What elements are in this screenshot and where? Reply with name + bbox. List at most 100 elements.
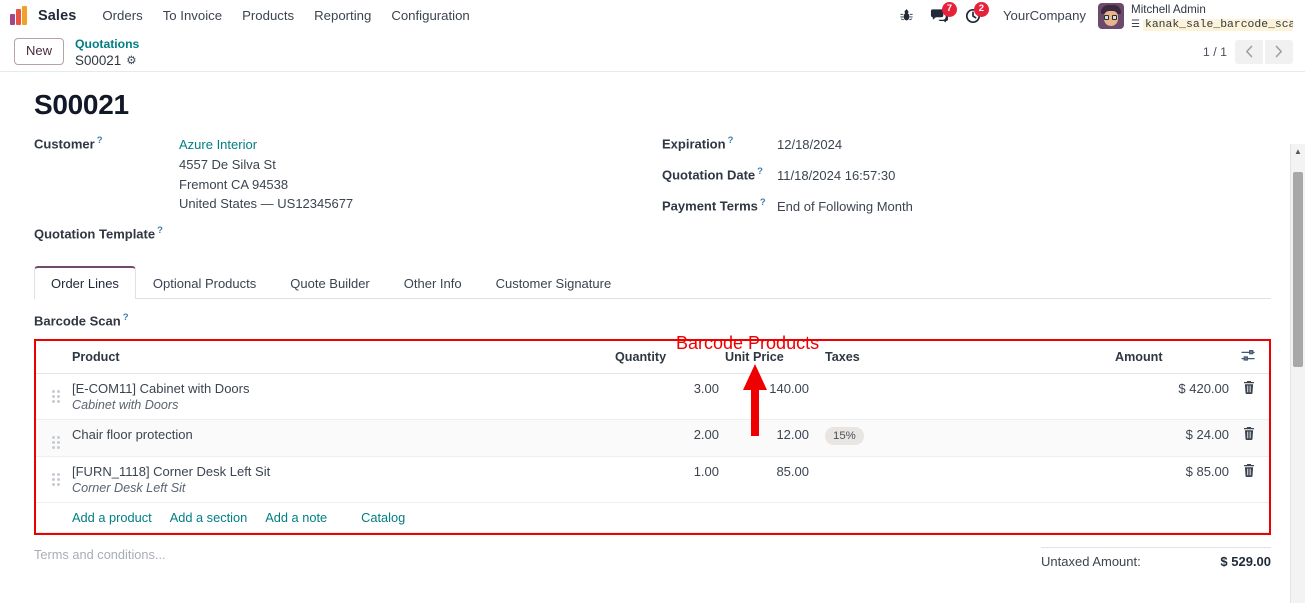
current-app-name[interactable]: Sales (38, 8, 76, 24)
tab-other-info[interactable]: Other Info (387, 266, 479, 299)
help-icon[interactable]: ? (157, 225, 163, 236)
row-drag-cell[interactable] (36, 373, 72, 420)
cell-product[interactable]: Chair floor protection (72, 419, 615, 457)
avatar (1098, 2, 1125, 29)
order-lines-highlight-box: Product Quantity Unit Price Taxes Amount (34, 338, 1271, 535)
untaxed-amount-value: $ 529.00 (1220, 553, 1271, 569)
company-switcher[interactable]: YourCompany (1003, 8, 1086, 23)
odoo-logo-icon[interactable] (10, 6, 29, 25)
help-icon[interactable]: ? (757, 166, 763, 177)
pager-previous-button[interactable] (1235, 39, 1263, 64)
field-payment-terms-value[interactable]: End of Following Month (777, 197, 913, 217)
totals-block: Untaxed Amount: $ 529.00 (1041, 546, 1271, 569)
row-drag-cell[interactable] (36, 419, 72, 457)
row-drag-cell[interactable] (36, 456, 72, 503)
table-row[interactable]: [FURN_1118] Corner Desk Left Sit Corner … (36, 456, 1269, 503)
th-quantity: Quantity (615, 340, 725, 374)
field-quotation-date-value[interactable]: 11/18/2024 16:57:30 (777, 166, 895, 186)
gear-icon[interactable]: ⚙ (126, 55, 136, 68)
scrollbar-thumb[interactable] (1293, 172, 1303, 367)
menu-configuration[interactable]: Configuration (381, 4, 479, 27)
breadcrumb-quotations[interactable]: Quotations (75, 37, 139, 51)
order-lines-thead: Product Quantity Unit Price Taxes Amount (36, 340, 1269, 374)
field-expiration: Expiration? 12/18/2024 (662, 135, 1271, 155)
customer-city: Fremont CA 94538 (179, 176, 289, 192)
user-menu[interactable]: Mitchell Admin ☰ kanak_sale_barcode_scan… (1098, 0, 1297, 32)
cell-quantity[interactable]: 1.00 (615, 456, 725, 503)
help-icon[interactable]: ? (728, 135, 734, 146)
menu-reporting[interactable]: Reporting (304, 4, 381, 27)
cell-quantity[interactable]: 3.00 (615, 373, 725, 420)
help-icon[interactable]: ? (123, 312, 129, 323)
cell-unit-price[interactable]: 85.00 (725, 456, 815, 503)
field-payment-terms: Payment Terms? End of Following Month (662, 197, 1271, 217)
cell-taxes[interactable]: 15% (815, 419, 1115, 457)
cell-delete[interactable] (1235, 419, 1269, 457)
cell-amount: $ 420.00 (1115, 373, 1235, 420)
table-row[interactable]: [E-COM11] Cabinet with Doors Cabinet wit… (36, 373, 1269, 420)
th-taxes: Taxes (815, 340, 1115, 374)
vertical-scrollbar[interactable]: ▲ (1290, 144, 1305, 603)
scroll-up-arrow-icon[interactable]: ▲ (1291, 144, 1305, 158)
messages-icon[interactable]: 7 (930, 1, 957, 24)
cell-taxes[interactable] (815, 456, 1115, 503)
new-button[interactable]: New (14, 38, 65, 65)
breadcrumb-record-name: S00021 (75, 53, 122, 69)
field-quotation-date-label: Quotation Date? (662, 166, 777, 186)
add-a-note-link[interactable]: Add a note (265, 510, 327, 525)
menu-to-invoice[interactable]: To Invoice (153, 4, 232, 27)
optional-columns-icon[interactable] (1241, 349, 1256, 365)
add-a-product-link[interactable]: Add a product (72, 510, 152, 525)
add-a-section-link[interactable]: Add a section (170, 510, 248, 525)
trash-icon[interactable] (1243, 380, 1255, 397)
trash-icon[interactable] (1243, 426, 1255, 443)
field-barcode-scan-label: Barcode Scan? (34, 312, 129, 328)
top-navbar: Sales Orders To Invoice Products Reporti… (0, 0, 1305, 32)
form-sheet-container: S00021 Customer? Azure Interior 4557 De … (0, 72, 1305, 603)
menu-orders[interactable]: Orders (92, 4, 152, 27)
drag-handle-icon[interactable] (52, 435, 60, 449)
cell-delete[interactable] (1235, 373, 1269, 420)
user-name: Mitchell Admin (1131, 2, 1206, 16)
tab-order-lines[interactable]: Order Lines (34, 266, 136, 300)
field-expiration-label: Expiration? (662, 135, 777, 155)
cell-taxes[interactable] (815, 373, 1115, 420)
tab-customer-signature[interactable]: Customer Signature (479, 266, 629, 299)
field-barcode-scan: Barcode Scan? (34, 312, 1271, 328)
cell-product[interactable]: [FURN_1118] Corner Desk Left Sit Corner … (72, 456, 615, 503)
field-expiration-value[interactable]: 12/18/2024 (777, 135, 842, 155)
activities-clock-icon[interactable]: 2 (965, 1, 989, 24)
cell-quantity[interactable]: 2.00 (615, 419, 725, 457)
field-quotation-template: Quotation Template? (34, 225, 662, 241)
drag-handle-icon[interactable] (52, 389, 60, 403)
cell-unit-price[interactable]: 12.00 (725, 419, 815, 457)
form-sheet: S00021 Customer? Azure Interior 4557 De … (0, 72, 1305, 535)
table-row[interactable]: Chair floor protection 2.00 12.00 15% $ … (36, 419, 1269, 457)
field-customer-value[interactable]: Azure Interior 4557 De Silva St Fremont … (179, 135, 353, 214)
add-links: Add a product Add a section Add a note C… (72, 510, 1263, 525)
field-expiration-label-text: Expiration (662, 136, 726, 152)
cell-delete[interactable] (1235, 456, 1269, 503)
page-title: S00021 (34, 89, 129, 120)
pager-next-button[interactable] (1265, 39, 1293, 64)
terms-and-conditions-input[interactable]: Terms and conditions... (34, 547, 1041, 569)
help-icon[interactable]: ? (97, 135, 103, 146)
trash-icon[interactable] (1243, 463, 1255, 480)
help-icon[interactable]: ? (760, 197, 766, 208)
notebook-tabs: Order Lines Optional Products Quote Buil… (34, 266, 1271, 300)
catalog-link[interactable]: Catalog (361, 510, 405, 525)
messages-badge: 7 (941, 1, 957, 17)
tab-optional-products[interactable]: Optional Products (136, 266, 273, 299)
product-description: Corner Desk Left Sit (72, 480, 186, 495)
bug-icon[interactable] (899, 8, 914, 23)
customer-name[interactable]: Azure Interior (179, 135, 353, 155)
cell-unit-price[interactable]: 140.00 (725, 373, 815, 420)
drag-handle-icon[interactable] (52, 472, 60, 486)
menu-products[interactable]: Products (232, 4, 304, 27)
field-barcode-scan-label-text: Barcode Scan (34, 313, 121, 329)
field-customer: Customer? Azure Interior 4557 De Silva S… (34, 135, 662, 214)
th-optional-columns (1235, 340, 1269, 374)
tab-quote-builder[interactable]: Quote Builder (273, 266, 387, 299)
cell-product[interactable]: [E-COM11] Cabinet with Doors Cabinet wit… (72, 373, 615, 420)
form-right-column: Expiration? 12/18/2024 Quotation Date? 1… (662, 135, 1271, 252)
